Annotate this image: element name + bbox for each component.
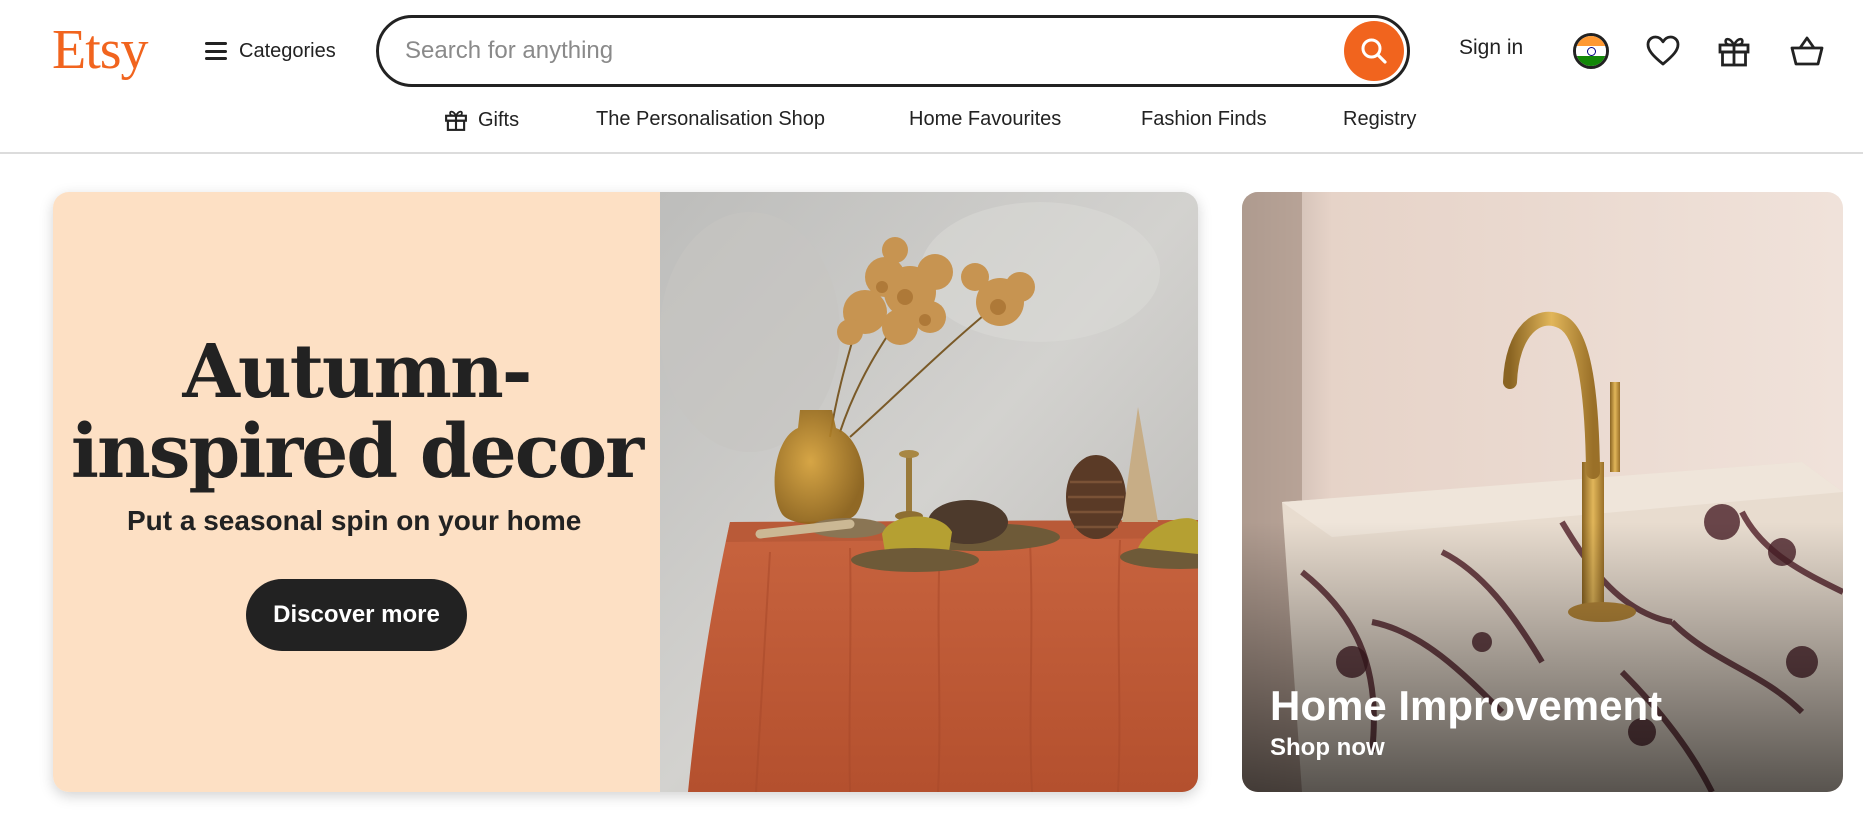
categories-button[interactable]: Categories bbox=[205, 30, 336, 72]
nav-item-registry[interactable]: Registry bbox=[1343, 108, 1416, 131]
shop-now-link[interactable]: Shop now bbox=[1270, 734, 1385, 762]
nav-label: Fashion Finds bbox=[1141, 108, 1267, 130]
cart-button[interactable] bbox=[1786, 30, 1828, 72]
search-bar bbox=[376, 15, 1410, 87]
home-improvement-card[interactable]: Home Improvement Shop now bbox=[1242, 192, 1843, 792]
search-button[interactable] bbox=[1344, 21, 1404, 81]
nav-label: The Personalisation Shop bbox=[596, 108, 826, 130]
site-header: Etsy Categories Sign in bbox=[0, 0, 1863, 154]
autumn-table-photo bbox=[660, 192, 1198, 792]
search-icon bbox=[1361, 38, 1387, 64]
nav-item-gifts[interactable]: Gifts bbox=[444, 108, 519, 132]
shopping-basket-icon bbox=[1790, 36, 1824, 66]
nav-item-fashion-finds[interactable]: Fashion Finds bbox=[1141, 108, 1267, 131]
nav-label: Home Favourites bbox=[909, 108, 1062, 130]
hero-banner[interactable]: Autumn- inspired decor Put a seasonal sp… bbox=[53, 192, 1198, 792]
nav-item-personalisation-shop[interactable]: The Personalisation Shop bbox=[596, 108, 825, 131]
hero-subtitle: Put a seasonal spin on your home bbox=[127, 505, 582, 536]
hero-title: Autumn- inspired decor bbox=[53, 332, 660, 492]
etsy-logo[interactable]: Etsy bbox=[52, 14, 149, 86]
gift-icon bbox=[445, 110, 467, 131]
hamburger-menu-icon bbox=[205, 42, 227, 60]
nav-item-home-favourites[interactable]: Home Favourites bbox=[909, 108, 1061, 131]
search-input[interactable] bbox=[405, 18, 1305, 84]
nav-label: Gifts bbox=[478, 108, 520, 131]
region-flag-button[interactable] bbox=[1570, 30, 1612, 72]
categories-label: Categories bbox=[239, 39, 336, 62]
hero-text-panel: Autumn- inspired decor Put a seasonal sp… bbox=[53, 192, 660, 792]
nav-label: Registry bbox=[1343, 108, 1417, 130]
sign-in-link[interactable]: Sign in bbox=[1459, 36, 1523, 60]
heart-icon bbox=[1646, 35, 1680, 66]
card-title: Home Improvement bbox=[1270, 682, 1663, 729]
gift-icon bbox=[1718, 37, 1750, 67]
gift-mode-button[interactable] bbox=[1713, 30, 1755, 72]
india-flag-icon bbox=[1573, 33, 1609, 69]
favourites-button[interactable] bbox=[1642, 30, 1684, 72]
discover-more-button[interactable]: Discover more bbox=[246, 579, 467, 651]
hero-title-line-2: inspired decor bbox=[70, 409, 644, 495]
category-nav: Gifts The Personalisation Shop Home Favo… bbox=[0, 100, 1863, 142]
hero-title-line-1: Autumn- bbox=[182, 329, 532, 415]
